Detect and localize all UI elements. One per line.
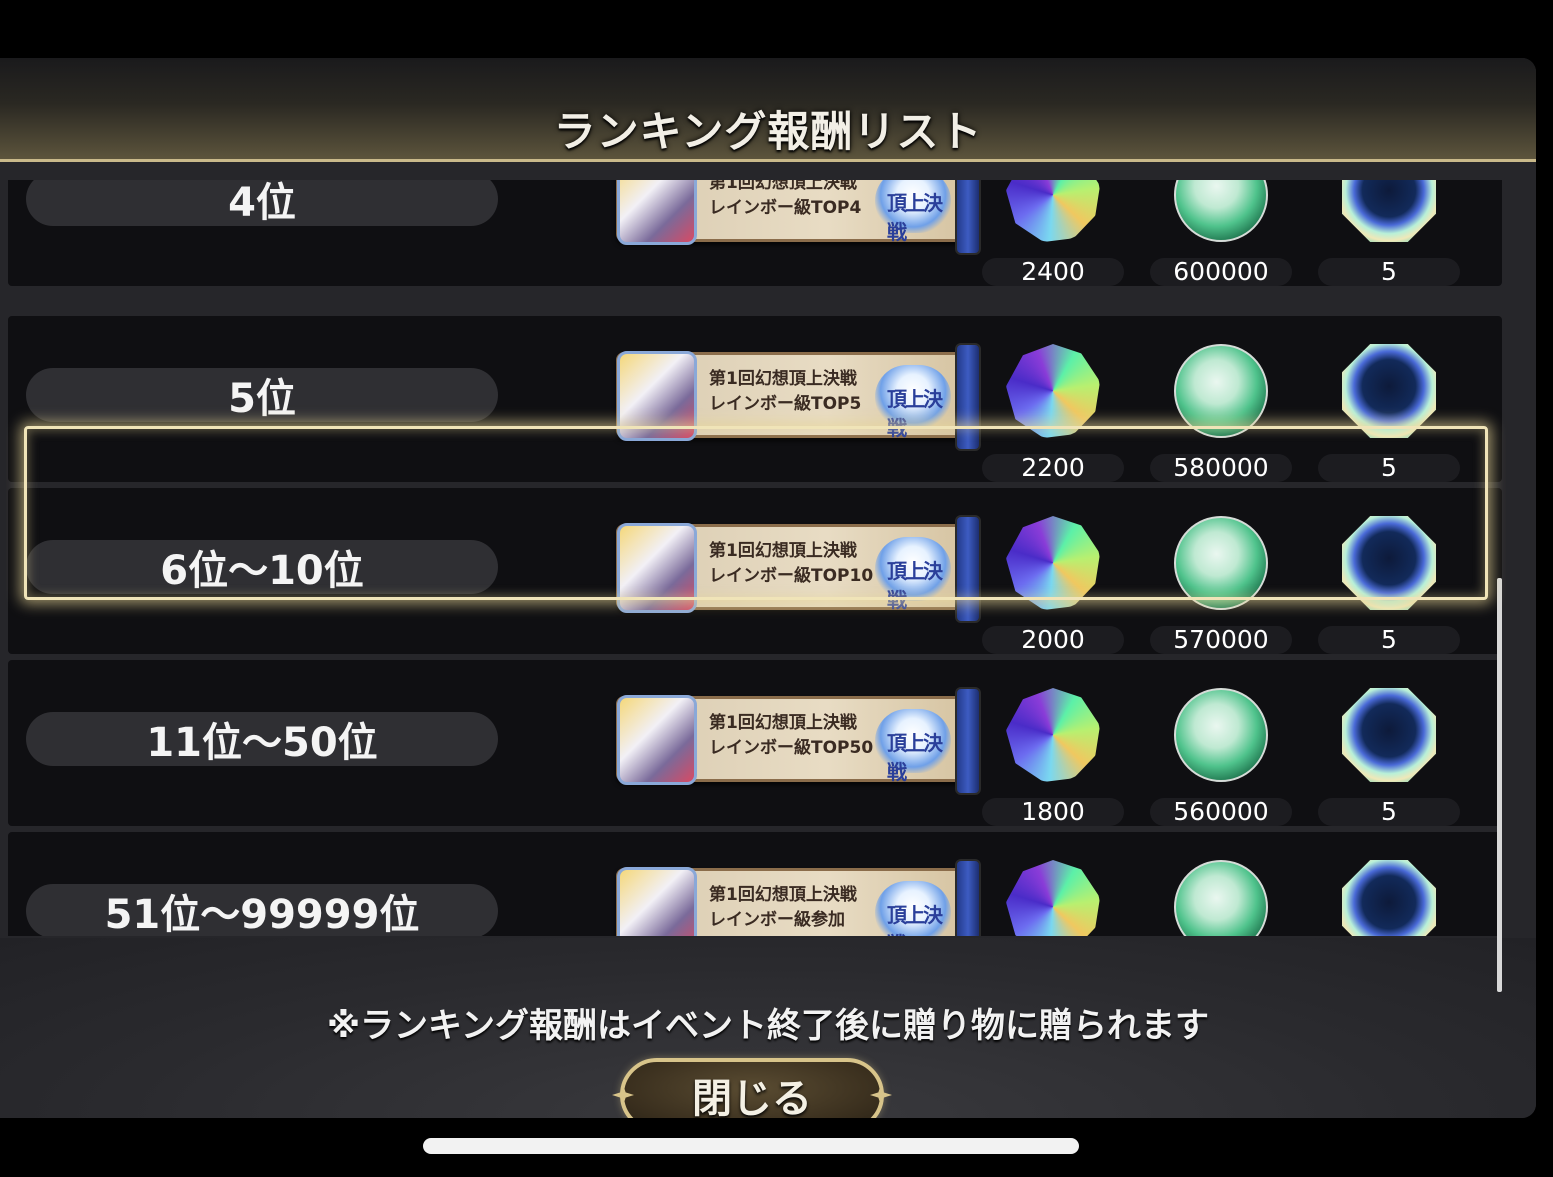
emblem-text: 頂上決戦	[887, 731, 943, 784]
rainbow-gem-icon	[1006, 180, 1100, 242]
reward-count: 2200	[982, 454, 1124, 482]
scroll-icon	[955, 859, 981, 936]
title-reward-card: 第1回幻想頂上決戦 レインボー級TOP10 頂上決戦	[616, 515, 981, 623]
silhouette-crystal-icon	[1342, 180, 1436, 242]
title-reward-card: 第1回幻想頂上決戦 レインボー級TOP50 頂上決戦	[616, 687, 981, 795]
reward-row: 4位 第1回幻想頂上決戦 レインボー級TOP4 頂上決戦 2400 600000	[8, 180, 1502, 286]
reward-note: ※ランキング報酬はイベント終了後に贈り物に贈られます	[326, 1006, 1210, 1046]
reward-orb[interactable]: 570000	[1150, 508, 1292, 654]
rank-label: 51位〜99999位	[26, 884, 498, 936]
reward-row-selected[interactable]: 6位〜10位 第1回幻想頂上決戦 レインボー級TOP10 頂上決戦 2000 5…	[8, 488, 1502, 654]
title-reward-card: 第1回幻想頂上決戦 レインボー級参加 頂上決戦	[616, 859, 981, 936]
dialog-title: ランキング報酬リスト	[553, 107, 983, 156]
reward-gem[interactable]: 2000	[982, 508, 1124, 654]
reward-count: 5	[1318, 258, 1460, 286]
reward-row: 51位〜99999位 第1回幻想頂上決戦 レインボー級参加 頂上決戦 1600 …	[8, 832, 1502, 936]
scroll-icon	[955, 515, 981, 623]
scroll-icon	[955, 687, 981, 795]
reward-crystal[interactable]: 5	[1334, 852, 1444, 936]
silhouette-crystal-icon	[1342, 344, 1436, 438]
reward-count: 5	[1318, 626, 1460, 654]
reward-count: 570000	[1150, 626, 1292, 654]
reward-count: 5	[1318, 798, 1460, 826]
scroll-icon	[955, 343, 981, 451]
rainbow-gem-icon	[1006, 860, 1100, 936]
orb-pendant-icon	[1174, 344, 1268, 438]
card-title-line1: 第1回幻想頂上決戦	[709, 180, 857, 193]
reward-count: 5	[1318, 454, 1460, 482]
character-portrait-icon	[617, 523, 697, 613]
orb-pendant-icon	[1174, 860, 1268, 936]
title-reward-card: 第1回幻想頂上決戦 レインボー級TOP5 頂上決戦	[616, 343, 981, 451]
silhouette-crystal-icon	[1342, 860, 1436, 936]
rank-label: 4位	[26, 180, 498, 226]
character-portrait-icon	[617, 180, 697, 245]
event-emblem-icon: 頂上決戦	[875, 180, 951, 244]
event-emblem-icon: 頂上決戦	[875, 365, 951, 440]
silhouette-crystal-icon	[1342, 516, 1436, 610]
character-portrait-icon	[617, 867, 697, 936]
close-button[interactable]: 閉じる	[612, 1058, 892, 1118]
card-title-line1: 第1回幻想頂上決戦	[709, 541, 857, 561]
close-button-label: 閉じる	[692, 1076, 812, 1118]
card-title-line2: レインボー級参加	[709, 910, 845, 930]
card-title-line2: レインボー級TOP10	[709, 566, 874, 586]
reward-orb[interactable]: 580000	[1150, 336, 1292, 482]
card-title-line2: レインボー級TOP4	[709, 198, 862, 218]
card-title-line2: レインボー級TOP5	[709, 394, 862, 414]
reward-count: 2000	[982, 626, 1124, 654]
card-title-line1: 第1回幻想頂上決戦	[709, 713, 857, 733]
reward-list[interactable]: 4位 第1回幻想頂上決戦 レインボー級TOP4 頂上決戦 2400 600000	[8, 180, 1502, 936]
rank-label: 6位〜10位	[26, 540, 498, 594]
orb-pendant-icon	[1174, 688, 1268, 782]
reward-gem[interactable]: 2400	[982, 180, 1124, 286]
dialog-header: ランキング報酬リスト	[0, 58, 1536, 162]
card-title-line1: 第1回幻想頂上決戦	[709, 885, 857, 905]
event-emblem-icon: 頂上決戦	[875, 537, 951, 612]
reward-count: 1800	[982, 798, 1124, 826]
reward-crystal[interactable]: 5	[1318, 336, 1460, 482]
reward-gem[interactable]: 1600	[998, 852, 1108, 936]
orb-pendant-icon	[1174, 516, 1268, 610]
emblem-text: 頂上決戦	[887, 387, 943, 440]
character-portrait-icon	[617, 351, 697, 441]
reward-gem[interactable]: 2200	[982, 336, 1124, 482]
reward-count: 600000	[1150, 258, 1292, 286]
reward-crystal[interactable]: 5	[1318, 680, 1460, 826]
reward-orb[interactable]: 600000	[1150, 180, 1292, 286]
rank-label: 11位〜50位	[26, 712, 498, 766]
title-reward-card: 第1回幻想頂上決戦 レインボー級TOP4 頂上決戦	[616, 180, 981, 255]
reward-row: 11位〜50位 第1回幻想頂上決戦 レインボー級TOP50 頂上決戦 1800 …	[8, 660, 1502, 826]
character-portrait-icon	[617, 695, 697, 785]
rank-label: 5位	[26, 368, 498, 422]
reward-row: 5位 第1回幻想頂上決戦 レインボー級TOP5 頂上決戦 2200 580000	[8, 316, 1502, 482]
rainbow-gem-icon	[1006, 516, 1100, 610]
reward-gem[interactable]: 1800	[982, 680, 1124, 826]
emblem-text: 頂上決戦	[887, 903, 943, 936]
event-emblem-icon: 頂上決戦	[875, 709, 951, 784]
card-title-line1: 第1回幻想頂上決戦	[709, 369, 857, 389]
reward-count: 580000	[1150, 454, 1292, 482]
ranking-reward-dialog: ランキング報酬リスト 4位 第1回幻想頂上決戦 レインボー級TOP4 頂上決戦 …	[0, 58, 1536, 1118]
reward-count: 2400	[982, 258, 1124, 286]
orb-pendant-icon	[1174, 180, 1268, 242]
event-emblem-icon: 頂上決戦	[875, 881, 951, 936]
silhouette-crystal-icon	[1342, 688, 1436, 782]
emblem-text: 頂上決戦	[887, 559, 943, 612]
reward-crystal[interactable]: 5	[1318, 508, 1460, 654]
rainbow-gem-icon	[1006, 688, 1100, 782]
card-title-line2: レインボー級TOP50	[709, 738, 874, 758]
rainbow-gem-icon	[1006, 344, 1100, 438]
reward-orb[interactable]: 540000	[1166, 852, 1276, 936]
reward-crystal[interactable]: 5	[1318, 180, 1460, 286]
emblem-text: 頂上決戦	[887, 191, 943, 244]
reward-orb[interactable]: 560000	[1150, 680, 1292, 826]
home-indicator[interactable]	[423, 1138, 1079, 1154]
scroll-icon	[955, 180, 981, 255]
list-scrollbar[interactable]	[1497, 578, 1502, 992]
reward-count: 560000	[1150, 798, 1292, 826]
